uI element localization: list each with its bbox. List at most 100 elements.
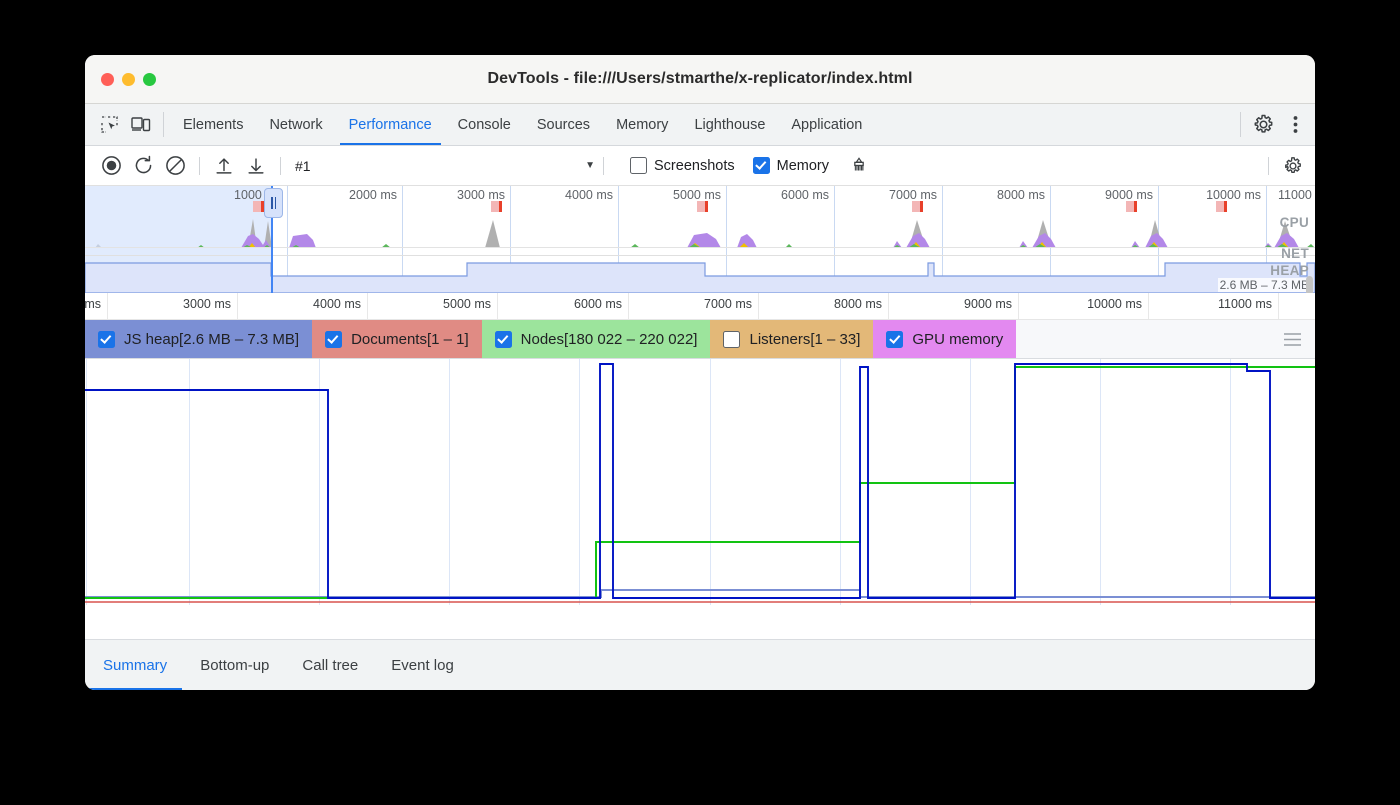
overview-tick: 4000 ms: [565, 188, 618, 202]
event-marker: [491, 201, 502, 212]
nav-divider: [163, 112, 164, 137]
performance-toolbar: #1 ▼ Screenshots Memory: [85, 146, 1315, 186]
cpu-baseline: [85, 247, 1315, 248]
memory-counters-chart[interactable]: [85, 359, 1315, 605]
documents-checkbox-box: [325, 331, 342, 348]
profile-selector-wrap: #1 ▼: [295, 158, 595, 174]
overview-tick: 9000 ms: [1105, 188, 1158, 202]
profile-selector-value: #1: [295, 158, 311, 174]
screenshots-label: Screenshots: [654, 158, 735, 174]
counter-label-js-heap: JS heap[2.6 MB – 7.3 MB]: [124, 331, 299, 348]
settings-gear-icon[interactable]: [1247, 104, 1279, 145]
ruler-tick: 00 ms: [85, 297, 107, 311]
screenshots-checkbox[interactable]: Screenshots: [630, 157, 735, 174]
toolbar-divider-4: [1268, 157, 1269, 175]
toolbar-divider-3: [603, 157, 604, 175]
heap-overview-graph: [85, 256, 1315, 293]
tab-memory[interactable]: Memory: [603, 104, 681, 145]
ruler-tick: 11000 ms: [1218, 297, 1278, 311]
overview-band-label-heap: HEAP: [1270, 263, 1309, 278]
tab-application[interactable]: Application: [778, 104, 875, 145]
ruler-tick: 9000 ms: [964, 297, 1018, 311]
clear-recording-icon[interactable]: [159, 151, 191, 181]
tab-performance[interactable]: Performance: [336, 104, 445, 145]
record-button-icon[interactable]: [95, 151, 127, 181]
event-marker: [912, 201, 923, 212]
inspect-element-icon[interactable]: [93, 104, 125, 145]
overview-selection-handle[interactable]: [264, 188, 283, 218]
memory-checkbox[interactable]: Memory: [753, 157, 829, 174]
tab-bottom-up[interactable]: Bottom-up: [185, 640, 284, 690]
tab-sources[interactable]: Sources: [524, 104, 603, 145]
counter-label-documents: Documents[1 – 1]: [351, 331, 469, 348]
memory-label: Memory: [777, 158, 829, 174]
hamburger-menu-icon[interactable]: [1270, 320, 1315, 358]
counter-label-listeners: Listeners[1 – 33]: [749, 331, 860, 348]
drawer-tab-bar: Summary Bottom-up Call tree Event log: [85, 639, 1315, 690]
capture-settings-gear-icon[interactable]: [1277, 151, 1309, 181]
overview-band-label-cpu: CPU: [1280, 215, 1309, 230]
counter-toggle-documents[interactable]: Documents[1 – 1]: [312, 320, 482, 358]
load-profile-icon[interactable]: [208, 151, 240, 181]
tab-event-log[interactable]: Event log: [376, 640, 469, 690]
memory-checkbox-box: [753, 157, 770, 174]
more-options-icon[interactable]: [1279, 104, 1311, 145]
overview-tick: 2000 ms: [349, 188, 402, 202]
counter-label-nodes: Nodes[180 022 – 220 022]: [521, 331, 698, 348]
maximize-button[interactable]: [143, 73, 156, 86]
profile-selector[interactable]: #1 ▼: [295, 158, 595, 174]
traffic-lights: [85, 73, 156, 86]
toolbar-divider-2: [280, 157, 281, 175]
tab-summary[interactable]: Summary: [88, 640, 182, 690]
event-marker: [1216, 201, 1227, 212]
ruler-tick: 3000 ms: [183, 297, 237, 311]
counter-toggle-nodes[interactable]: Nodes[180 022 – 220 022]: [482, 320, 711, 358]
tab-elements[interactable]: Elements: [170, 104, 256, 145]
event-marker: [1126, 201, 1137, 212]
devtools-window: DevTools - file:///Users/stmarthe/x-repl…: [85, 55, 1315, 690]
tab-call-tree[interactable]: Call tree: [287, 640, 373, 690]
overview-tick: 6000 ms: [781, 188, 834, 202]
timeline-ruler: 00 ms 3000 ms 4000 ms 5000 ms 6000 ms 70…: [85, 293, 1315, 320]
counter-label-gpu-memory: GPU memory: [912, 331, 1003, 348]
nav-right-actions: [1234, 104, 1315, 145]
counter-toggle-gpu-memory[interactable]: GPU memory: [873, 320, 1016, 358]
collect-garbage-icon[interactable]: [843, 151, 875, 181]
ruler-tick: 10000 ms: [1087, 297, 1148, 311]
tab-lighthouse[interactable]: Lighthouse: [681, 104, 778, 145]
toolbar-right: [1260, 151, 1315, 181]
title-bar: DevTools - file:///Users/stmarthe/x-repl…: [85, 55, 1315, 104]
overview-tick: 3000 ms: [457, 188, 510, 202]
chevron-down-icon: ▼: [585, 160, 595, 171]
overview-scrollbar[interactable]: [1306, 276, 1313, 293]
save-profile-icon[interactable]: [240, 151, 272, 181]
chart-bottom-spacer: [85, 605, 1315, 623]
ruler-tick: 7000 ms: [704, 297, 758, 311]
gpu-memory-checkbox-box: [886, 331, 903, 348]
tab-network[interactable]: Network: [256, 104, 335, 145]
nodes-checkbox-box: [495, 331, 512, 348]
reload-and-record-icon[interactable]: [127, 151, 159, 181]
event-marker: [253, 201, 264, 212]
event-marker: [697, 201, 708, 212]
timeline-overview[interactable]: 1000 ms 2000 ms 3000 ms 4000 ms 5000 ms …: [85, 186, 1315, 293]
device-toolbar-icon[interactable]: [125, 104, 157, 145]
ruler-tick: 8000 ms: [834, 297, 888, 311]
counter-lines: [85, 359, 1315, 605]
window-title: DevTools - file:///Users/stmarthe/x-repl…: [85, 70, 1315, 88]
ruler-tick: 6000 ms: [574, 297, 628, 311]
heap-range-label: 2.6 MB – 7.3 MB: [1218, 278, 1311, 292]
minimize-button[interactable]: [122, 73, 135, 86]
close-button[interactable]: [101, 73, 114, 86]
counter-toggle-js-heap[interactable]: JS heap[2.6 MB – 7.3 MB]: [85, 320, 312, 358]
ruler-tick: 5000 ms: [443, 297, 497, 311]
panel-tabs: Elements Network Performance Console Sou…: [170, 104, 875, 145]
toolbar-divider-1: [199, 157, 200, 175]
devtools-tab-bar: Elements Network Performance Console Sou…: [85, 104, 1315, 146]
counter-toggle-listeners[interactable]: Listeners[1 – 33]: [710, 320, 873, 358]
tab-console[interactable]: Console: [445, 104, 524, 145]
screenshots-checkbox-box: [630, 157, 647, 174]
nav-divider-right: [1240, 112, 1241, 137]
counter-legend: JS heap[2.6 MB – 7.3 MB] Documents[1 – 1…: [85, 320, 1315, 359]
overview-tick: 11000 ms: [1278, 188, 1315, 202]
